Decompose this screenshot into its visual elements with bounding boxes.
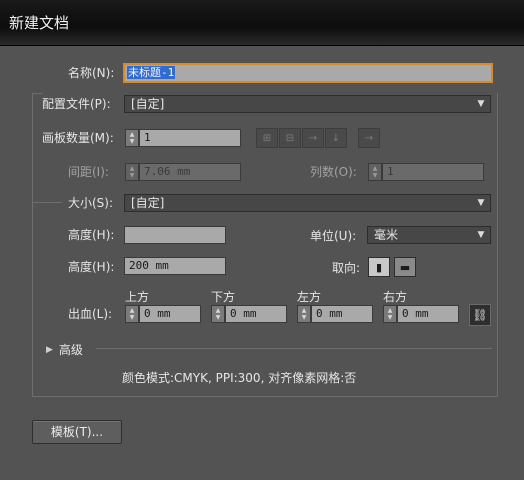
height-label: 高度(H): bbox=[68, 260, 115, 274]
artboard-count-input[interactable]: 1 bbox=[139, 129, 241, 147]
width-label: 高度(H): bbox=[68, 228, 115, 242]
bleed-top-label: 上方 bbox=[125, 290, 150, 304]
document-summary: 颜色模式:CMYK, PPI:300, 对齐像素网格:否 bbox=[122, 371, 357, 385]
units-label: 单位(U): bbox=[310, 229, 357, 243]
size-dropdown[interactable]: [自定] ▼ bbox=[124, 194, 491, 212]
advanced-toggle[interactable]: ▶ 高级 bbox=[46, 341, 83, 358]
advanced-divider bbox=[96, 348, 492, 349]
artboard-count-spinner-arrows-icon[interactable]: ▲ ▼ bbox=[125, 129, 139, 147]
name-input[interactable]: 未标题-1 bbox=[123, 63, 493, 83]
triangle-right-icon: ▶ bbox=[46, 344, 53, 355]
spacing-spinner-arrows-icon[interactable]: ▲ ▼ bbox=[125, 163, 139, 181]
bleed-left-label: 左方 bbox=[297, 290, 322, 304]
bleed-label: 出血(L): bbox=[68, 307, 113, 321]
name-input-value: 未标题-1 bbox=[127, 66, 176, 79]
units-dropdown[interactable]: 毫米 ▼ bbox=[367, 226, 491, 244]
templates-button[interactable]: 模板(T)... bbox=[32, 420, 122, 444]
bleed-right-input[interactable]: 0 mm bbox=[397, 305, 459, 323]
chevron-down-icon: ▼ bbox=[477, 198, 485, 208]
bleed-top-spinner-arrows-icon[interactable]: ▲ ▼ bbox=[125, 305, 139, 323]
grid-by-row-icon[interactable]: ⊞ bbox=[256, 128, 278, 148]
portrait-icon[interactable]: ▮ bbox=[368, 257, 390, 277]
chevron-down-icon: ▼ bbox=[477, 230, 485, 240]
columns-label: 列数(O): bbox=[310, 165, 357, 179]
landscape-icon[interactable]: ▬ bbox=[394, 257, 416, 277]
spacing-label: 间距(I): bbox=[68, 165, 109, 179]
name-label: 名称(N): bbox=[68, 66, 115, 80]
arrange-by-row-icon[interactable]: → bbox=[302, 128, 324, 148]
bleed-top-input[interactable]: 0 mm bbox=[139, 305, 201, 323]
chevron-down-icon: ▼ bbox=[477, 99, 485, 109]
orientation-label: 取向: bbox=[332, 261, 361, 275]
panel-top-left-line bbox=[32, 93, 42, 94]
profile-label: 配置文件(P): bbox=[42, 97, 111, 111]
bleed-right-spinner-arrows-icon[interactable]: ▲ ▼ bbox=[383, 305, 397, 323]
height-input[interactable]: 200 mm bbox=[124, 257, 226, 275]
spacing-input[interactable]: 7.06 mm bbox=[139, 163, 241, 181]
grid-by-column-icon[interactable]: ⊟ bbox=[279, 128, 301, 148]
chain-link-icon[interactable]: ⛓ bbox=[469, 304, 491, 326]
bleed-left-spinner-arrows-icon[interactable]: ▲ ▼ bbox=[297, 305, 311, 323]
arrange-by-column-icon[interactable]: ↓ bbox=[325, 128, 347, 148]
bleed-bottom-input[interactable]: 0 mm bbox=[225, 305, 287, 323]
advanced-label: 高级 bbox=[58, 343, 83, 357]
columns-input[interactable]: 1 bbox=[382, 163, 484, 181]
width-input[interactable] bbox=[124, 226, 226, 244]
bleed-bottom-label: 下方 bbox=[211, 290, 236, 304]
size-dropdown-value: [自定] bbox=[131, 196, 165, 210]
bleed-bottom-spinner-arrows-icon[interactable]: ▲ ▼ bbox=[211, 305, 225, 323]
title-bar: 新建文档 bbox=[0, 0, 524, 46]
units-dropdown-value: 毫米 bbox=[374, 228, 399, 242]
bleed-right-label: 右方 bbox=[383, 290, 408, 304]
profile-dropdown[interactable]: [自定] ▼ bbox=[124, 95, 491, 113]
profile-dropdown-value: [自定] bbox=[131, 97, 165, 111]
size-section-line bbox=[32, 202, 62, 203]
columns-spinner-arrows-icon[interactable]: ▲ ▼ bbox=[368, 163, 382, 181]
right-to-left-icon[interactable]: → bbox=[358, 128, 380, 148]
bleed-left-input[interactable]: 0 mm bbox=[311, 305, 373, 323]
size-label: 大小(S): bbox=[68, 196, 114, 210]
artboard-count-label: 画板数量(M): bbox=[42, 131, 114, 145]
window-title: 新建文档 bbox=[9, 14, 70, 32]
